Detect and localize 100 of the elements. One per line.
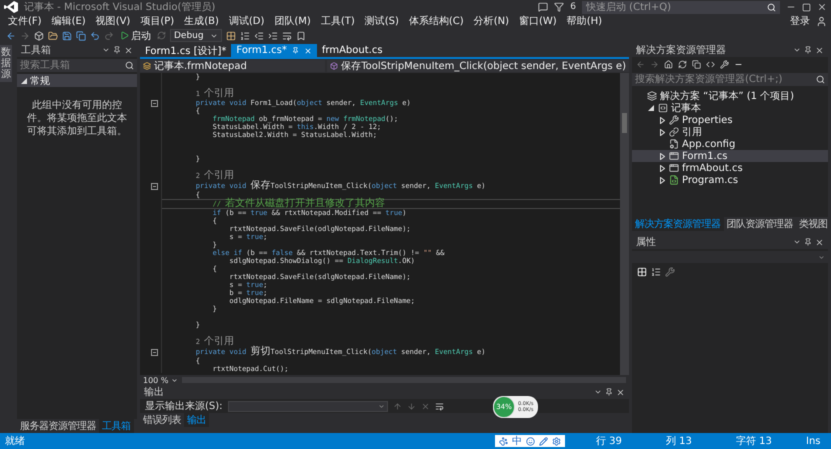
panel-tab[interactable]: 工具箱 (99, 419, 134, 433)
pin-icon[interactable] (605, 388, 613, 396)
caret-icon[interactable] (793, 238, 801, 246)
tree-item[interactable]: 引用 (632, 126, 828, 138)
new-project-icon[interactable] (34, 30, 44, 40)
menu-item[interactable]: 测试(S) (360, 14, 403, 28)
menu-item[interactable]: 帮助(H) (562, 14, 606, 28)
scrollbar[interactable] (620, 73, 629, 375)
pin-icon[interactable] (292, 47, 299, 54)
list-icon[interactable] (240, 30, 250, 40)
expanded-arrow-icon[interactable] (648, 105, 654, 111)
tree-item[interactable]: App.config (632, 138, 828, 150)
forward-icon[interactable] (650, 60, 659, 68)
categorized-icon[interactable] (637, 267, 647, 277)
feedback-icon[interactable] (538, 2, 548, 12)
zoom-dropdown[interactable]: 100 % (143, 376, 178, 384)
panel-tab[interactable]: 输出 (184, 413, 209, 427)
pin-icon[interactable] (113, 46, 121, 54)
forward-icon[interactable] (20, 30, 30, 40)
caret-icon[interactable] (594, 388, 602, 396)
menu-item[interactable]: 体系结构(C) (404, 14, 468, 28)
ime-mode[interactable]: 中 (512, 434, 522, 448)
paw-icon[interactable] (499, 436, 508, 446)
collapse-icon[interactable] (151, 182, 158, 190)
tree-item[interactable]: Program.cs (632, 174, 828, 186)
close-icon[interactable] (817, 2, 827, 12)
search-icon (125, 61, 134, 70)
tree-item[interactable]: Form1.cs (632, 150, 828, 162)
pin-icon[interactable] (804, 46, 812, 54)
notification-icon[interactable] (554, 2, 564, 12)
group-header[interactable]: 常规 (17, 74, 137, 87)
logo-icon (4, 1, 18, 13)
search-field[interactable]: 搜索工具箱 (20, 60, 125, 71)
bookmark-icon[interactable] (296, 30, 306, 40)
close-icon[interactable] (616, 388, 625, 396)
back-icon[interactable] (636, 60, 645, 68)
clear-icon[interactable] (420, 402, 430, 410)
code-icon[interactable] (706, 60, 715, 68)
close-icon[interactable] (815, 238, 824, 246)
member-dropdown[interactable]: 保存ToolStripMenuItem_Click(object sender, EventArgs e) (327, 60, 629, 72)
caret-icon[interactable] (793, 46, 801, 54)
configuration-dropdown[interactable]: Debug (170, 29, 222, 42)
word-wrap-icon[interactable] (434, 402, 444, 410)
menu-item[interactable]: 工具(T) (316, 14, 359, 28)
close-icon[interactable] (815, 46, 824, 54)
smiley-icon[interactable] (526, 436, 535, 446)
wrench-icon[interactable] (720, 60, 729, 68)
user-icon[interactable] (816, 16, 827, 26)
close-icon[interactable] (124, 46, 133, 54)
caret-icon[interactable] (102, 46, 110, 54)
previous-icon[interactable] (392, 402, 402, 410)
document-tab[interactable]: Form1.cs* (231, 44, 317, 57)
menu-item[interactable]: 调试(D) (224, 14, 268, 28)
menu-item[interactable]: 文件(F) (4, 14, 46, 28)
redo-icon[interactable] (104, 30, 114, 40)
type-dropdown[interactable]: 记事本.frmNotepad (140, 60, 326, 72)
menu-item[interactable]: 视图(V) (92, 14, 134, 28)
panel-tab[interactable]: 类视图 (796, 217, 830, 231)
pin-icon[interactable] (804, 238, 812, 246)
panel-title: 解决方案资源管理器 (636, 44, 727, 57)
document-tab[interactable]: Form1.cs [设计]* (140, 44, 232, 57)
next-icon[interactable] (406, 402, 416, 410)
sign-in-link[interactable]: 登录 (786, 14, 814, 28)
panel-tab[interactable]: 团队资源管理器 (724, 217, 796, 231)
search-box[interactable]: 搜索工具箱 (17, 59, 137, 72)
menu-item[interactable]: 窗口(W) (514, 14, 561, 28)
settings-icon[interactable] (552, 436, 561, 446)
menu-item[interactable]: 生成(B) (180, 14, 223, 28)
pen-icon[interactable] (539, 436, 548, 446)
tree-item[interactable]: frmAbout.cs (632, 162, 828, 174)
start-button[interactable]: 启动 (118, 28, 153, 42)
home-icon[interactable] (664, 60, 673, 68)
tree-item[interactable]: 记事本 (632, 102, 828, 114)
collapse-icon[interactable] (151, 348, 158, 356)
panel-tab[interactable]: 解决方案资源管理器 (632, 217, 724, 231)
side-tab[interactable]: 数据源 (0, 45, 12, 82)
tree-item[interactable]: Properties (632, 114, 828, 126)
maximize-icon[interactable] (802, 2, 811, 12)
caret-icon (818, 254, 825, 260)
ime-toolbar[interactable]: 中 (495, 435, 565, 447)
open-icon[interactable] (48, 30, 58, 40)
panel-tab[interactable]: 服务器资源管理器 (17, 419, 99, 433)
menu-item[interactable]: 团队(M) (270, 14, 315, 28)
document-tab[interactable]: frmAbout.cs (316, 44, 388, 57)
close-icon[interactable] (304, 46, 312, 54)
save-icon[interactable] (62, 30, 72, 40)
source-label: 显示输出来源(S): (145, 400, 223, 413)
menu-item[interactable]: 编辑(E) (48, 14, 90, 28)
refresh-icon[interactable] (157, 31, 166, 40)
sync-icon[interactable] (678, 60, 687, 68)
collapse-icon[interactable] (151, 100, 158, 106)
panel-tab[interactable]: 错误列表 (140, 413, 184, 427)
alphabetical-icon[interactable] (651, 267, 661, 277)
indent-icon[interactable] (268, 30, 278, 40)
menu-item[interactable]: 分析(N) (470, 14, 513, 28)
tree-item[interactable]: 解决方案 “记事本” (1 个项目) (632, 90, 828, 102)
menu-item[interactable]: 项目(P) (136, 14, 178, 28)
undo-icon[interactable] (90, 30, 100, 40)
outdent-icon[interactable] (254, 30, 264, 40)
back-icon[interactable] (6, 30, 16, 40)
